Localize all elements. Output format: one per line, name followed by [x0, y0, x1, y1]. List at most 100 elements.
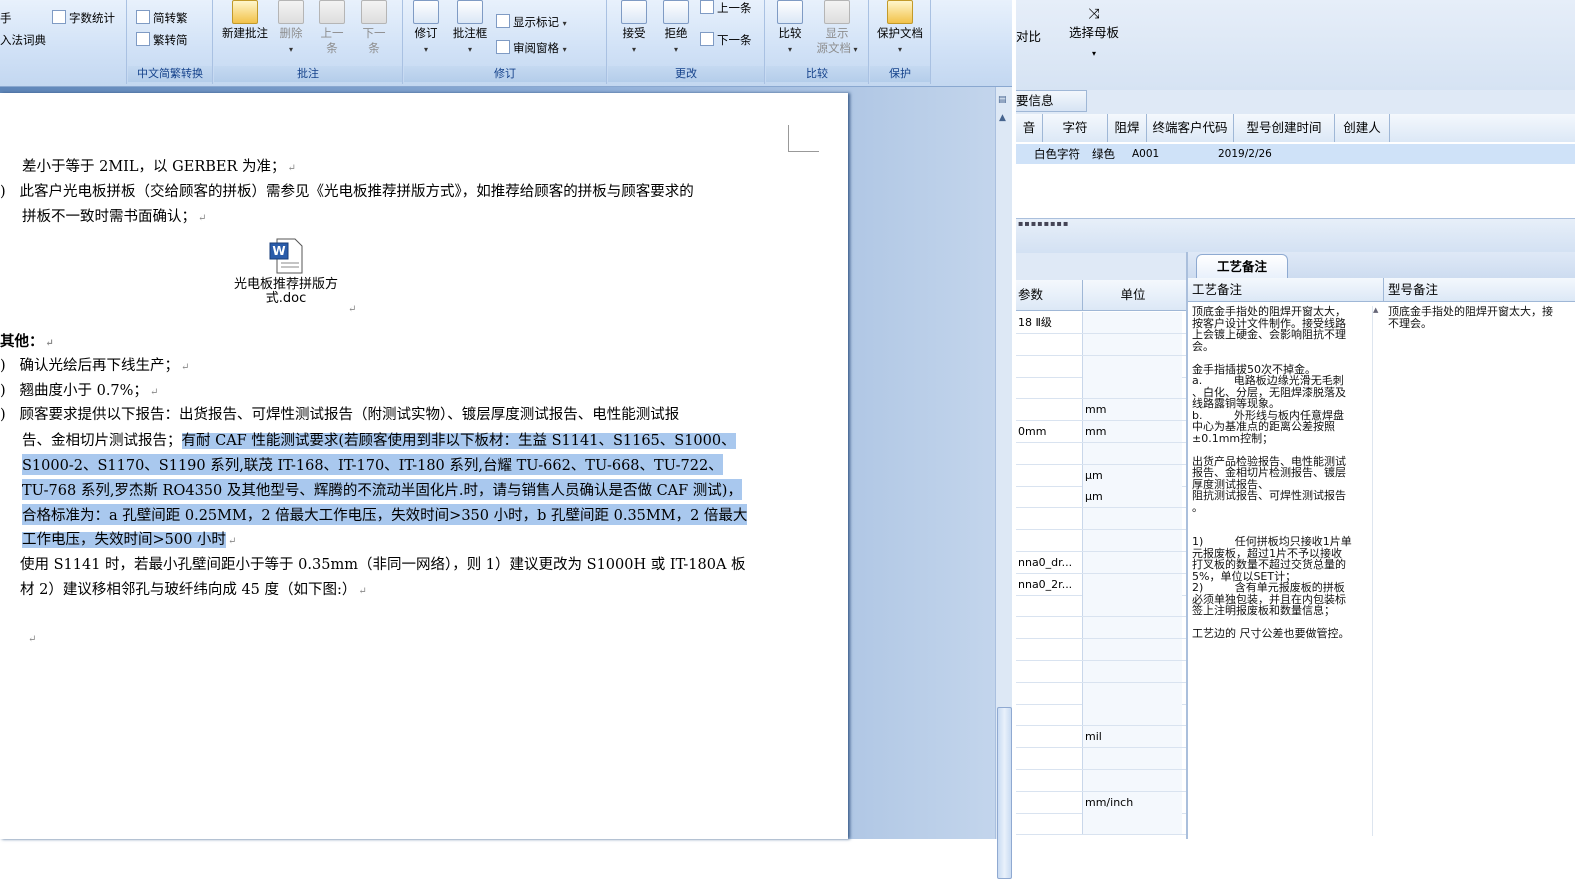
protect-document-button[interactable]: 保护文档 ▾	[872, 0, 928, 57]
param-row[interactable]	[1016, 508, 1186, 531]
param-row[interactable]	[1016, 748, 1186, 770]
param-unit-cell[interactable]: mil	[1082, 726, 1182, 748]
splitter-bar[interactable]: ▪▪▪▪▪▪▪▪	[1016, 218, 1575, 253]
scroll-up-icon[interactable]: ▲	[999, 113, 1006, 123]
param-name-cell[interactable]: nna0_2r...	[1018, 574, 1080, 595]
param-row[interactable]	[1016, 813, 1186, 836]
param-name-cell[interactable]: nna0_dr...	[1018, 552, 1080, 573]
process-notes-text[interactable]: 顶底金手指处的阻焊开窗太大， 按客户设计文件制作。接受线路 上会镀上硬金、会影响…	[1192, 306, 1372, 640]
cell-char[interactable]: 白色字符	[1034, 144, 1080, 164]
param-row[interactable]	[1016, 530, 1186, 552]
doc-line[interactable]: ) 此客户光电板拼板（交给顾客的拼板）需参见《光电板推荐拼版方式》，如推荐给顾客…	[0, 180, 694, 201]
param-row[interactable]	[1016, 639, 1186, 661]
param-unit-cell[interactable]: mm	[1082, 421, 1182, 442]
param-unit-cell[interactable]	[1082, 551, 1182, 573]
param-row[interactable]	[1016, 704, 1186, 727]
prev-change-button[interactable]: 上一条	[700, 0, 752, 16]
param-unit-cell[interactable]: μm	[1082, 486, 1182, 508]
param-unit-cell[interactable]: mm/inch	[1082, 791, 1182, 813]
param-unit-cell[interactable]	[1082, 573, 1182, 595]
accept-button[interactable]: 接受 ▾	[614, 0, 654, 57]
param-unit-cell[interactable]	[1082, 769, 1182, 791]
review-pane-button[interactable]: 审阅窗格 ▾	[496, 40, 567, 56]
doc-line[interactable]: 工作电压，失效时间>500 小时 ↵	[22, 528, 236, 549]
param-row[interactable]: 18 Ⅱ级	[1016, 312, 1186, 334]
param-unit-cell[interactable]	[1082, 508, 1182, 530]
next-comment-button[interactable]: 下一条	[356, 0, 392, 56]
ime-dictionary-button[interactable]: 入法词典	[0, 32, 46, 48]
param-row[interactable]: mil	[1016, 726, 1186, 749]
param-unit-cell[interactable]	[1082, 617, 1182, 639]
memo-scrollbar[interactable]: ▲	[1372, 306, 1383, 836]
show-markup-button[interactable]: 显示标记 ▾	[496, 14, 567, 30]
param-row[interactable]: μm	[1016, 486, 1186, 509]
param-row[interactable]: μm	[1016, 464, 1186, 487]
embedded-doc-object[interactable]: W 光电板推荐拼版方式.doc	[226, 238, 346, 306]
selected-text[interactable]: TU-768 系列,罗杰斯 RO4350 及其他型号、辉腾的不流动半固化片.时，…	[22, 479, 742, 500]
column-header[interactable]: 终端客户代码	[1147, 114, 1234, 142]
param-unit-cell[interactable]: μm	[1082, 464, 1182, 486]
doc-line[interactable]: ) 确认光绘后再下线生产； ↵	[0, 354, 189, 375]
param-unit-cell[interactable]	[1082, 639, 1182, 660]
prev-comment-button[interactable]: 上一条	[314, 0, 350, 56]
cell-customer-code[interactable]: A001	[1132, 144, 1159, 164]
param-unit-cell[interactable]	[1082, 333, 1182, 355]
param-row[interactable]	[1016, 682, 1186, 705]
doc-line[interactable]: 告、金相切片测试报告；有耐 CAF 性能测试要求(若顾客使用到非以下板材：生益 …	[22, 429, 736, 450]
param-row[interactable]	[1016, 355, 1186, 378]
param-name-cell[interactable]: 18 Ⅱ级	[1018, 312, 1080, 333]
doc-line[interactable]: 使用 S1141 时，若最小孔壁间距小于等于 0.35mm（非同一网络），则 1…	[20, 553, 746, 574]
balloons-button[interactable]: 批注框 ▾	[448, 0, 492, 57]
param-unit-cell[interactable]	[1082, 442, 1182, 464]
param-unit-cell[interactable]	[1082, 312, 1182, 333]
ruler-toggle-icon[interactable]: ▤	[998, 95, 1007, 105]
section-tab[interactable]: 要信息	[1016, 90, 1087, 112]
param-row[interactable]: nna0_dr...	[1016, 551, 1186, 574]
param-unit-cell[interactable]	[1082, 704, 1182, 726]
model-notes-text[interactable]: 顶底金手指处的阻焊开窗太大，接 不理会。	[1388, 306, 1575, 329]
param-column-header[interactable]: 参数	[1018, 280, 1080, 310]
column-header[interactable]: 创建人	[1335, 114, 1390, 142]
param-unit-cell[interactable]	[1082, 748, 1182, 769]
trad-convert-button[interactable]: 简转繁	[136, 10, 188, 26]
param-unit-cell[interactable]	[1082, 813, 1182, 835]
param-unit-cell[interactable]	[1082, 530, 1182, 551]
cell-created[interactable]: 2019/2/26	[1218, 144, 1272, 164]
selected-text[interactable]: S1000-2、S1170、S1190 系列,联茂 IT-168、IT-170、…	[22, 454, 723, 475]
delete-comment-button[interactable]: 删除 ▾	[274, 0, 308, 57]
reject-button[interactable]: 拒绝 ▾	[656, 0, 696, 57]
column-header[interactable]: 型号创建时间	[1234, 114, 1335, 142]
param-row[interactable]	[1016, 617, 1186, 640]
column-header[interactable]: 阻焊	[1108, 114, 1147, 142]
doc-line[interactable]: ) 翘曲度小于 0.7%； ↵	[0, 379, 158, 400]
column-header[interactable]: 字符	[1043, 114, 1108, 142]
param-row[interactable]: nna0_2r...	[1016, 573, 1186, 596]
compare-button[interactable]: 对比	[1016, 26, 1041, 45]
doc-line[interactable]: 拼板不一致时需书面确认； ↵	[22, 205, 206, 226]
section-heading[interactable]: 其他： ↵	[0, 330, 54, 351]
doc-line[interactable]: 材 2）建议移相邻孔与玻纤纬向成 45 度（如下图:） ↵	[20, 578, 367, 599]
param-unit-cell[interactable]	[1082, 355, 1182, 377]
scroll-thumb[interactable]	[997, 707, 1012, 879]
simp-convert-button[interactable]: 繁转简	[136, 32, 188, 48]
column-header[interactable]: 音	[1016, 114, 1043, 142]
unit-column-header[interactable]: 单位	[1082, 280, 1183, 310]
param-row[interactable]	[1016, 660, 1186, 683]
param-unit-cell[interactable]	[1082, 682, 1182, 704]
track-changes-button[interactable]: 修订 ▾	[408, 0, 444, 57]
param-row[interactable]	[1016, 769, 1186, 792]
compare-button[interactable]: 比较 ▾	[772, 0, 808, 57]
ribbon-left-item-0[interactable]: 手	[0, 10, 12, 26]
param-row[interactable]	[1016, 442, 1186, 465]
tab-process-notes[interactable]: 工艺备注	[1196, 254, 1288, 279]
word-count-button[interactable]: 字数统计	[52, 10, 115, 26]
vertical-scrollbar[interactable]: ▤ ▲	[995, 87, 1012, 879]
param-row[interactable]	[1016, 333, 1186, 356]
param-row[interactable]: mm	[1016, 399, 1186, 422]
param-row[interactable]: mm/inch	[1016, 791, 1186, 814]
splitter-grip-icon[interactable]: ▪▪▪▪▪▪▪▪	[1018, 219, 1069, 228]
param-unit-cell[interactable]	[1082, 377, 1182, 399]
param-unit-cell[interactable]: mm	[1082, 399, 1182, 421]
new-comment-button[interactable]: 新建批注	[218, 0, 272, 41]
param-unit-cell[interactable]	[1082, 660, 1182, 682]
